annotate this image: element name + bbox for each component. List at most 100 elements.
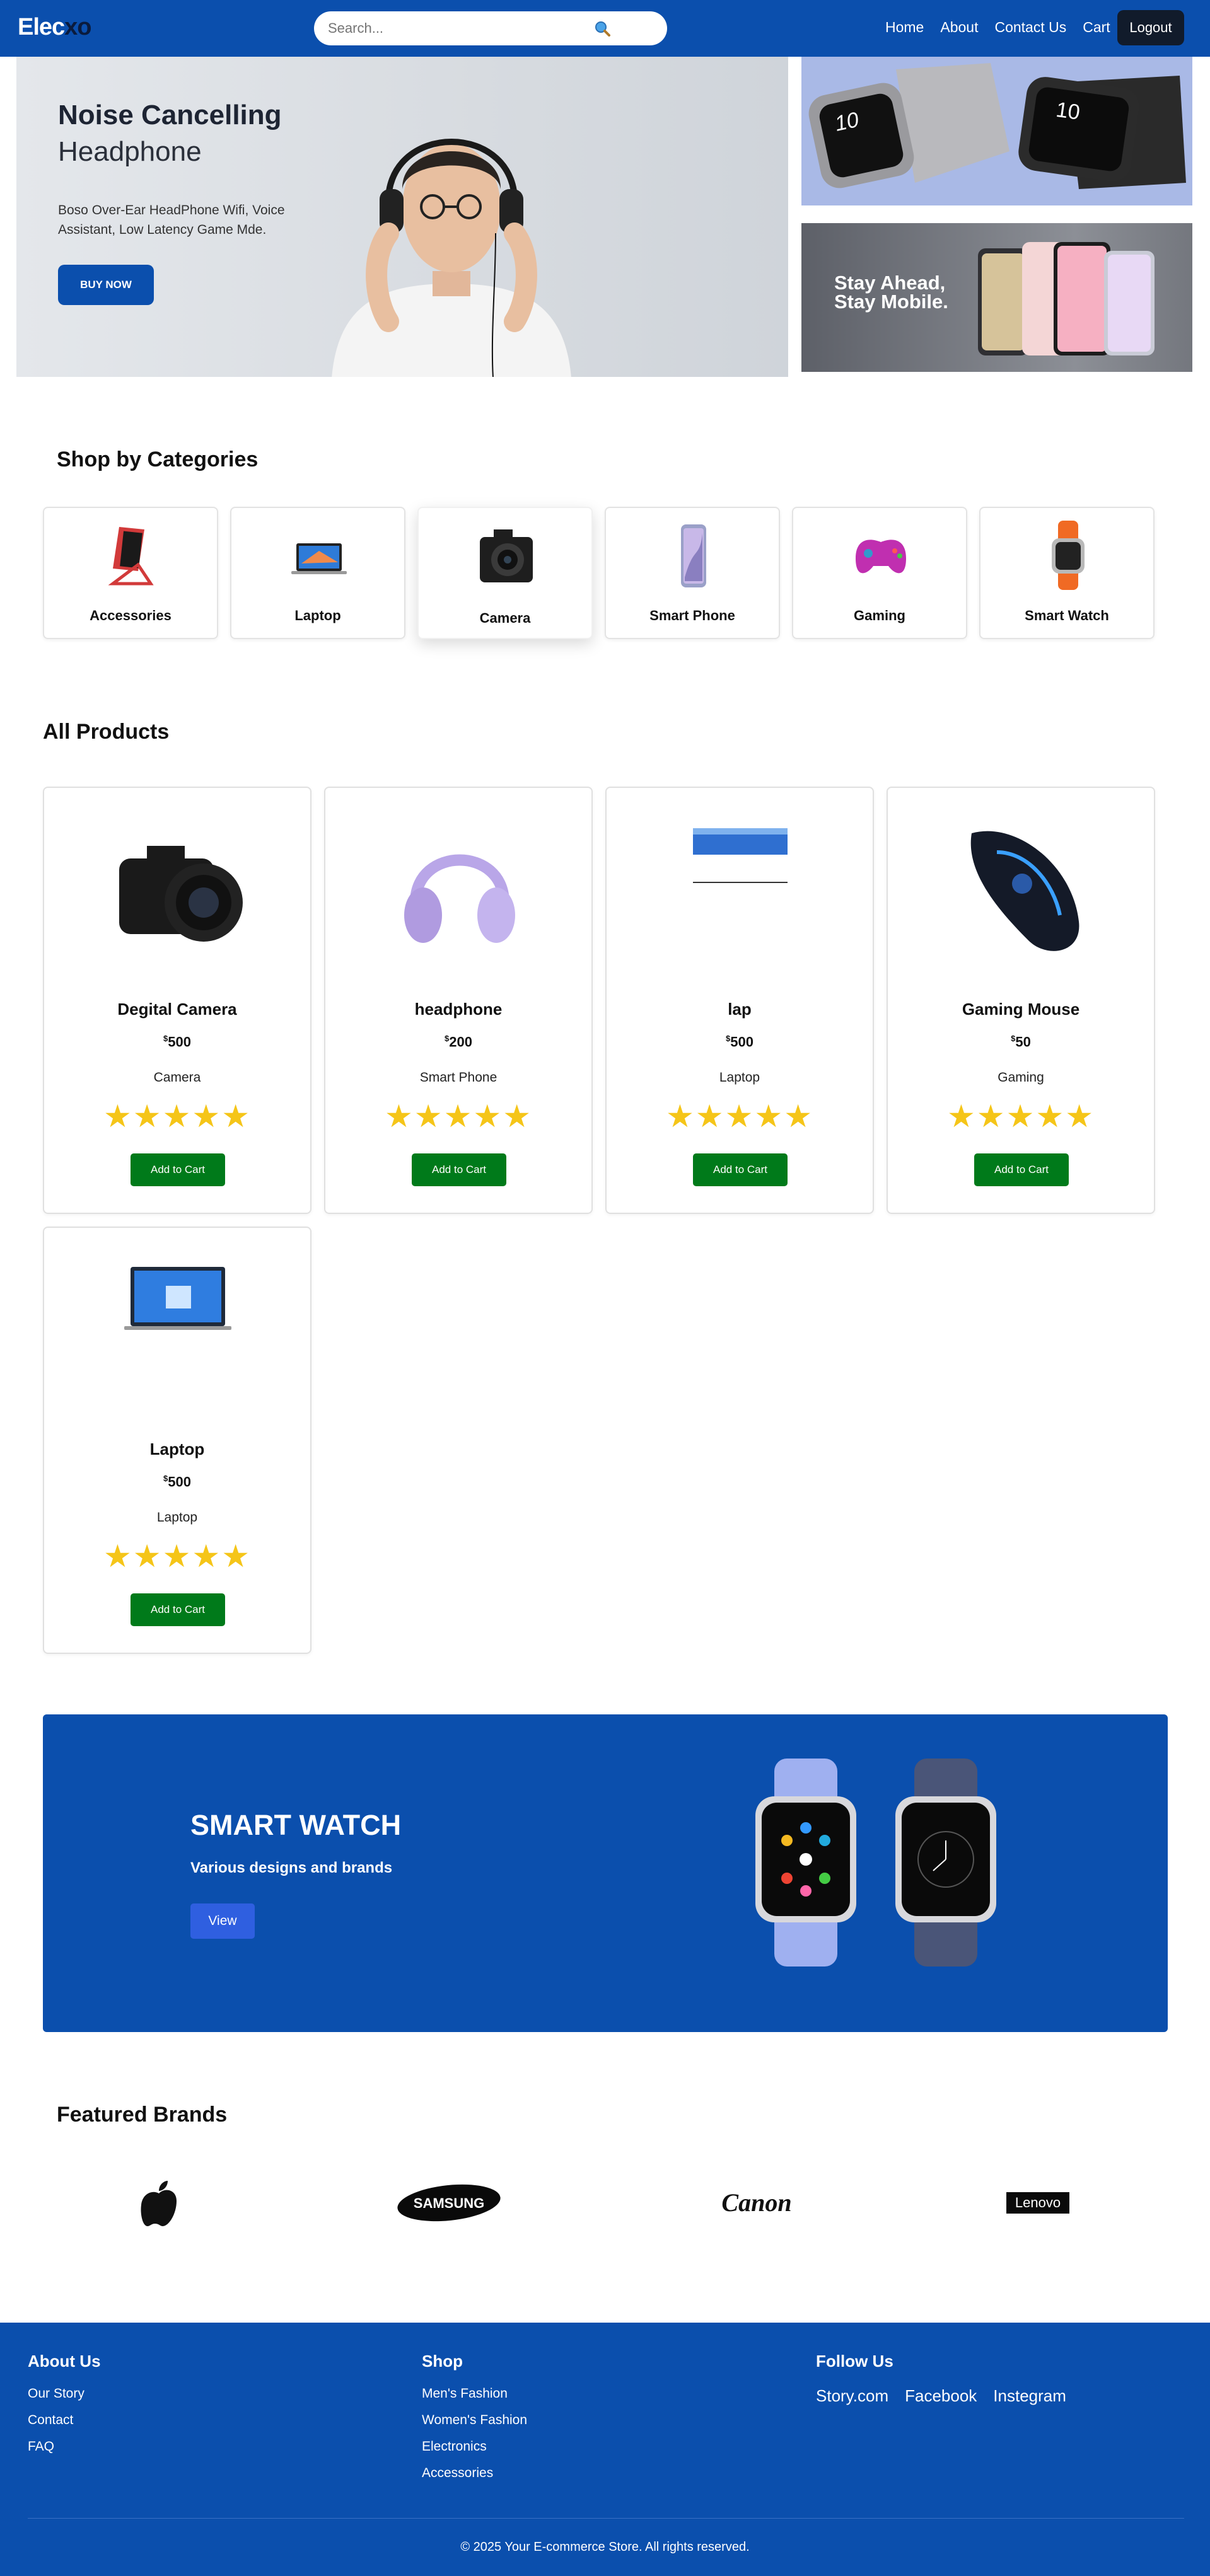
product-card[interactable]: Laptop $500 Laptop ★★★★★ Add to Cart (43, 1227, 311, 1654)
smartphone-icon (681, 524, 706, 587)
categories-title: Shop by Categories (57, 448, 259, 471)
category-camera[interactable]: Camera (417, 507, 593, 639)
nav-about-link[interactable]: About (940, 19, 978, 36)
footer-link[interactable]: Men's Fashion (422, 2386, 527, 2401)
svg-text:SAMSUNG: SAMSUNG (414, 2195, 484, 2211)
add-to-cart-button[interactable]: Add to Cart (131, 1593, 225, 1626)
product-price: $200 (445, 1034, 472, 1050)
watch-time-1: 10 (832, 108, 861, 136)
phone-stand-icon (108, 527, 154, 586)
svg-text:Lenovo: Lenovo (1015, 2195, 1061, 2210)
man-with-headphones-image (332, 139, 571, 377)
add-to-cart-button[interactable]: Add to Cart (693, 1153, 788, 1186)
product-category: Camera (153, 1070, 201, 1085)
category-laptop[interactable]: Laptop (230, 507, 405, 639)
copyright: © 2025 Your E-commerce Store. All rights… (460, 2540, 750, 2554)
site-logo[interactable]: Elecxo (18, 14, 92, 41)
search-bar (314, 11, 667, 45)
add-to-cart-button[interactable]: Add to Cart (412, 1153, 506, 1186)
laptop-image (693, 828, 788, 883)
star-rating: ★★★★★ (103, 1539, 252, 1574)
nav-cart-link[interactable]: Cart (1083, 19, 1110, 36)
star-rating: ★★★★★ (103, 1099, 252, 1134)
logout-button[interactable]: Logout (1117, 10, 1184, 45)
canon-logo[interactable]: Canon (713, 2175, 801, 2231)
gamepad-icon (856, 540, 906, 574)
product-name: Gaming Mouse (962, 1000, 1080, 1019)
laptop-icon (291, 543, 347, 574)
products-title: All Products (43, 720, 170, 744)
product-category: Gaming (998, 1070, 1044, 1085)
category-label: Accessories (90, 608, 172, 623)
nav-home-link[interactable]: Home (885, 19, 924, 36)
category-label: Camera (479, 610, 531, 626)
apple-logo[interactable] (140, 2175, 178, 2231)
product-name: lap (728, 1000, 752, 1019)
camera-icon (480, 529, 533, 582)
star-rating: ★★★★★ (946, 1099, 1095, 1134)
banner-subtitle: Various designs and brands (190, 1859, 393, 1876)
star-rating: ★★★★★ (384, 1099, 533, 1134)
footer-link[interactable]: Electronics (422, 2439, 527, 2454)
banner-title: SMART WATCH (190, 1809, 402, 1841)
social-link[interactable]: Facebook (905, 2386, 977, 2406)
product-name: Laptop (149, 1440, 205, 1458)
footer-link[interactable]: Accessories (422, 2466, 527, 2481)
hero-banner: Noise Cancelling Headphone Boso Over-Ear… (16, 57, 788, 377)
category-smart-watch[interactable]: Smart Watch (979, 507, 1155, 639)
product-price: $500 (163, 1474, 191, 1490)
category-label: Smart Phone (649, 608, 735, 623)
footer-link[interactable]: FAQ (28, 2439, 101, 2454)
add-to-cart-button[interactable]: Add to Cart (974, 1153, 1069, 1186)
product-price: $500 (163, 1034, 191, 1050)
brands-title: Featured Brands (57, 2103, 228, 2127)
category-accessories[interactable]: Accessories (43, 507, 218, 639)
category-label: Laptop (294, 608, 341, 623)
product-card[interactable]: Degital Camera $500 Camera ★★★★★ Add to … (43, 787, 311, 1214)
product-card[interactable]: headphone $200 Smart Phone ★★★★★ Add to … (324, 787, 593, 1214)
category-smart-phone[interactable]: Smart Phone (605, 507, 780, 639)
samsung-logo[interactable]: SAMSUNG (396, 2175, 502, 2231)
nav-menu: Home About Contact Us Cart (885, 19, 1127, 36)
product-category: Laptop (156, 1510, 198, 1525)
footer-about-title: About Us (28, 2352, 101, 2371)
add-to-cart-button[interactable]: Add to Cart (131, 1153, 225, 1186)
product-card[interactable]: lap $500 Laptop ★★★★★ Add to Cart (605, 787, 874, 1214)
promo-slogan: Stay Ahead, Stay Mobile. (834, 272, 948, 313)
dslr-camera-image (119, 846, 243, 942)
smartphones-image (978, 242, 1155, 355)
footer-follow-title: Follow Us (816, 2352, 893, 2371)
category-gaming[interactable]: Gaming (792, 507, 967, 639)
search-input[interactable] (328, 20, 605, 37)
site-footer: About Us Our Story Contact FAQ Shop Men'… (0, 2323, 1210, 2576)
footer-link[interactable]: Our Story (28, 2386, 101, 2401)
view-button[interactable]: View (190, 1903, 255, 1939)
lenovo-logo[interactable]: Lenovo (1005, 2175, 1071, 2231)
product-name: Degital Camera (117, 1000, 237, 1019)
nav-contact-link[interactable]: Contact Us (994, 19, 1066, 36)
footer-follow: Follow Us Story.com Facebook Instegram (816, 2352, 1066, 2406)
footer-link[interactable]: Women's Fashion (422, 2413, 527, 2428)
social-link[interactable]: Story.com (816, 2386, 888, 2406)
top-navbar: Elecxo Home About Contact Us Cart Logout (0, 0, 1210, 57)
product-category: Smart Phone (419, 1070, 497, 1085)
smartwatch-promo-banner: SMART WATCH Various designs and brands V… (43, 1714, 1168, 2032)
footer-link[interactable]: Contact (28, 2413, 101, 2428)
smartwatch-image: 10 10 (808, 63, 1186, 189)
product-category: Laptop (719, 1070, 760, 1085)
social-link[interactable]: Instegram (993, 2386, 1066, 2406)
buy-now-button[interactable]: BUY NOW (58, 265, 154, 305)
svg-text:Canon: Canon (721, 2188, 791, 2217)
footer-shop-title: Shop (422, 2352, 463, 2371)
hero-subtitle: Headphone (58, 136, 202, 167)
footer-about: About Us Our Story Contact FAQ (28, 2352, 101, 2466)
gaming-mouse-image (970, 831, 1079, 951)
hero-description: Boso Over-Ear HeadPhone Wifi, Voice Assi… (58, 203, 285, 237)
category-label: Smart Watch (1025, 608, 1109, 623)
search-icon[interactable] (594, 20, 610, 37)
promo-smartphone-banner[interactable]: Stay Ahead, Stay Mobile. (801, 223, 1192, 372)
promo-smartwatch-banner[interactable]: 10 10 (801, 57, 1192, 205)
headphone-image (404, 854, 515, 943)
product-card[interactable]: Gaming Mouse $50 Gaming ★★★★★ Add to Car… (887, 787, 1155, 1214)
product-price: $50 (1011, 1034, 1031, 1050)
